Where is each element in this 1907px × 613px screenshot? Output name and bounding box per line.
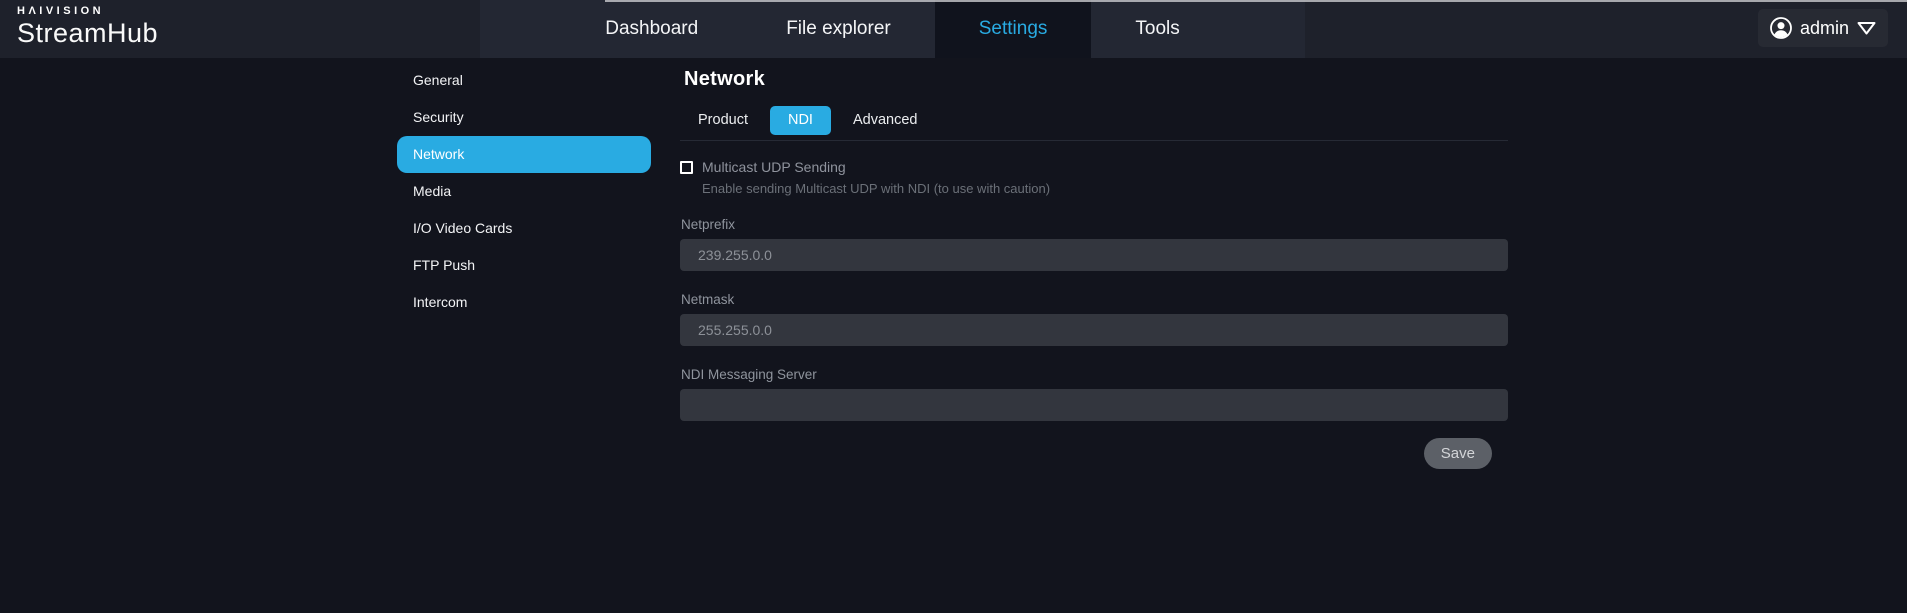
ndi-messaging-server-label: NDI Messaging Server xyxy=(681,367,1508,382)
brand-streamhub: StreamHub xyxy=(17,20,158,47)
window-top-edge xyxy=(605,0,1907,2)
ndi-messaging-server-group: NDI Messaging Server xyxy=(680,367,1508,421)
page-title: Network xyxy=(684,68,1508,91)
network-settings-panel: Network Product NDI Advanced Multicast U… xyxy=(680,58,1508,469)
tab-ndi[interactable]: NDI xyxy=(770,106,831,135)
multicast-udp-description: Enable sending Multicast UDP with NDI (t… xyxy=(702,181,1508,196)
multicast-udp-label: Multicast UDP Sending xyxy=(702,159,846,175)
netmask-label: Netmask xyxy=(681,292,1508,307)
sidebar-item-io-video-cards[interactable]: I/O Video Cards xyxy=(397,210,651,247)
user-menu-button[interactable]: admin xyxy=(1758,9,1888,47)
netprefix-label: Netprefix xyxy=(681,217,1508,232)
settings-sidebar: General Security Network Media I/O Video… xyxy=(397,62,651,321)
nav-tab-settings[interactable]: Settings xyxy=(935,0,1092,58)
netmask-input[interactable] xyxy=(680,314,1508,346)
tab-advanced[interactable]: Advanced xyxy=(835,106,936,135)
main-nav-tabs: Dashboard File explorer Settings Tools xyxy=(480,0,1305,58)
tab-product[interactable]: Product xyxy=(680,106,766,135)
user-avatar-icon xyxy=(1769,16,1793,40)
sidebar-item-ftp-push[interactable]: FTP Push xyxy=(397,247,651,284)
nav-tab-tools[interactable]: Tools xyxy=(1091,0,1223,58)
netprefix-input[interactable] xyxy=(680,239,1508,271)
nav-tab-file-explorer[interactable]: File explorer xyxy=(742,0,935,58)
sidebar-item-network[interactable]: Network xyxy=(397,136,651,173)
ndi-messaging-server-input[interactable] xyxy=(680,389,1508,421)
save-button[interactable]: Save xyxy=(1424,438,1492,469)
tabs-divider xyxy=(680,140,1508,141)
user-name-label: admin xyxy=(1800,18,1849,39)
netmask-group: Netmask xyxy=(680,292,1508,346)
chevron-down-icon xyxy=(1856,19,1877,37)
multicast-udp-checkbox[interactable] xyxy=(680,161,693,174)
brand-haivision: HΛIVISION xyxy=(17,6,158,17)
top-nav-bar: HΛIVISION StreamHub Dashboard File explo… xyxy=(0,0,1907,58)
multicast-udp-row: Multicast UDP Sending xyxy=(680,159,1508,175)
sidebar-item-security[interactable]: Security xyxy=(397,99,651,136)
sidebar-item-intercom[interactable]: Intercom xyxy=(397,284,651,321)
network-sub-tabs: Product NDI Advanced xyxy=(680,106,1508,135)
streamhub-app: HΛIVISION StreamHub Dashboard File explo… xyxy=(0,0,1907,613)
netprefix-group: Netprefix xyxy=(680,217,1508,271)
brand-logo: HΛIVISION StreamHub xyxy=(17,6,158,47)
sidebar-item-media[interactable]: Media xyxy=(397,173,651,210)
sidebar-item-general[interactable]: General xyxy=(397,62,651,99)
nav-tab-dashboard[interactable]: Dashboard xyxy=(561,0,742,58)
form-footer: Save xyxy=(680,438,1508,469)
